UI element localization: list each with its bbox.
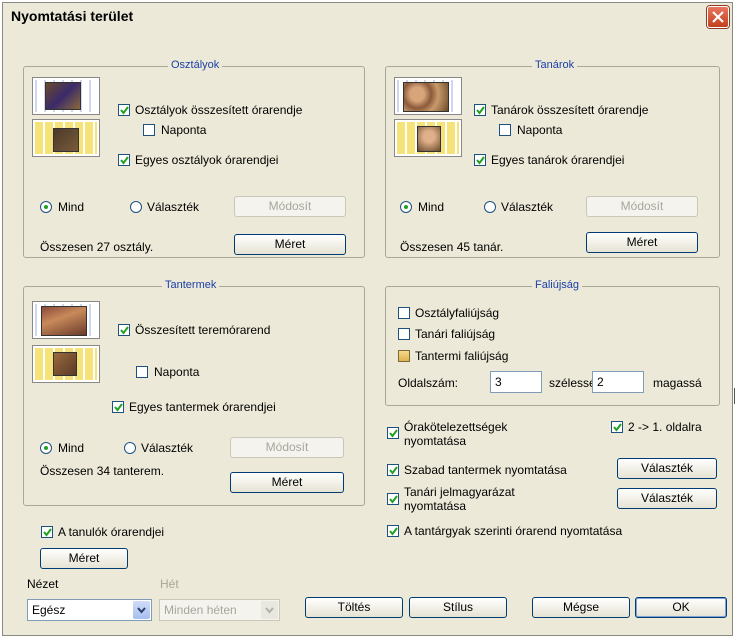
print-area-dialog: Nyomtatási terület Osztályok Osztályok ö… [2, 2, 733, 636]
teacher-wall-label: Tanári faliújság [415, 327, 496, 341]
rooms-summary-label: Összesített teremórarend [135, 323, 271, 337]
chevron-down-icon [261, 601, 278, 619]
close-icon [712, 11, 724, 23]
teachers-each-image [394, 119, 462, 157]
page-count-label: Oldalszám: [398, 376, 459, 390]
teachers-summary-image [394, 77, 462, 115]
close-button[interactable] [707, 6, 729, 28]
teacher-wall-checkbox[interactable] [398, 328, 410, 340]
classes-summary-checkbox[interactable] [118, 104, 130, 116]
subject-print-checkbox[interactable] [387, 525, 399, 537]
ok-button[interactable]: OK [635, 597, 727, 618]
week-select[interactable]: Minden héten [159, 599, 280, 621]
view-label: Nézet [27, 577, 59, 591]
teachers-modify-button[interactable]: Módosít [586, 196, 698, 217]
rooms-radio-all[interactable] [40, 442, 52, 454]
classes-each-checkbox[interactable] [118, 154, 130, 166]
rooms-radio-select[interactable] [124, 442, 136, 454]
week-select-value: Minden héten [164, 603, 237, 617]
page-height-label: magasság [653, 376, 702, 390]
teachers-radio-all-label: Mind [418, 200, 445, 214]
teachers-radio-select-label: Választék [501, 200, 554, 214]
page-width-label: szélesség [549, 376, 592, 390]
classes-size-button[interactable]: Méret [234, 234, 346, 255]
teacher-legend-select-button[interactable]: Választék [617, 488, 717, 509]
week-label: Hét [160, 577, 179, 591]
free-rooms-checkbox[interactable] [387, 464, 399, 476]
page-height-input[interactable]: 2 [592, 371, 644, 393]
rooms-radio-select-label: Választék [141, 441, 194, 455]
teachers-daily-checkbox[interactable] [499, 124, 511, 136]
classes-modify-button[interactable]: Módosít [234, 196, 346, 217]
subject-print-label: A tantárgyak szerinti órarend nyomtatása [404, 524, 623, 538]
fill-button[interactable]: Töltés [305, 597, 403, 618]
classes-summary-label: Osztályok összesített órarendje [135, 103, 303, 117]
classes-each-label: Egyes osztályok órarendjei [135, 153, 279, 167]
classes-summary-image [32, 77, 100, 115]
rooms-each-checkbox[interactable] [112, 401, 124, 413]
teachers-size-button[interactable]: Méret [586, 232, 698, 253]
title-bar: Nyomtatási terület [3, 3, 732, 30]
classes-radio-select[interactable] [130, 201, 142, 213]
classes-radio-all-label: Mind [58, 200, 85, 214]
two-to-one-label: 2 -> 1. oldalra [628, 420, 702, 434]
class-wall-checkbox[interactable] [398, 307, 410, 319]
rooms-each-label: Egyes tantermek órarendjei [129, 400, 276, 414]
rooms-summary-image [32, 301, 100, 339]
students-checkbox[interactable] [41, 526, 53, 538]
students-size-button[interactable]: Méret [40, 548, 128, 569]
rooms-daily-checkbox[interactable] [136, 366, 148, 378]
teachers-each-checkbox[interactable] [474, 154, 486, 166]
teachers-radio-all[interactable] [400, 201, 412, 213]
view-select-value: Egész [32, 603, 66, 617]
teachers-summary-checkbox[interactable] [474, 104, 486, 116]
students-label: A tanulók órarendjei [58, 525, 165, 539]
room-wall-checkbox[interactable] [398, 350, 410, 362]
rooms-radio-all-label: Mind [58, 441, 85, 455]
classes-legend: Osztályok [168, 59, 223, 71]
chevron-down-icon [133, 601, 150, 619]
classes-daily-label: Naponta [161, 123, 207, 137]
wall-newspaper-group: Faliújság Osztályfaliújság Tanári faliúj… [385, 279, 720, 406]
page-width-input[interactable]: 3 [490, 371, 542, 393]
rooms-summary-checkbox[interactable] [118, 324, 130, 336]
classes-each-image [32, 119, 100, 157]
rooms-legend: Tantermek [162, 279, 220, 291]
view-select[interactable]: Egész [27, 599, 152, 621]
rooms-size-button[interactable]: Méret [230, 472, 344, 493]
style-button[interactable]: Stílus [409, 597, 507, 618]
classes-total: Összesen 27 osztály. [40, 240, 154, 254]
two-to-one-checkbox[interactable] [611, 421, 623, 433]
room-wall-label: Tantermi faliújság [415, 349, 509, 363]
teacher-legend-label: Tanári jelmagyarázat nyomtatása [404, 485, 515, 513]
rooms-modify-button[interactable]: Módosít [230, 437, 344, 458]
dialog-title: Nyomtatási terület [11, 8, 134, 24]
rooms-each-image [32, 345, 100, 383]
classes-group: Osztályok Osztályok összesített órarendj… [23, 59, 365, 258]
rooms-group: Tantermek Összesített teremórarend Napon… [23, 279, 365, 506]
classes-daily-checkbox[interactable] [143, 124, 155, 136]
free-rooms-select-button[interactable]: Választék [617, 458, 717, 479]
teachers-legend: Tanárok [532, 59, 578, 71]
teachers-summary-label: Tanárok összesített órarendje [491, 103, 649, 117]
wall-newspaper-legend: Faliújság [532, 279, 583, 291]
classes-radio-all[interactable] [40, 201, 52, 213]
teachers-total: Összesen 45 tanár. [400, 240, 504, 254]
bound-lessons-checkbox[interactable] [387, 427, 399, 439]
teachers-each-label: Egyes tanárok órarendjei [491, 153, 625, 167]
teachers-group: Tanárok Tanárok összesített órarendje Na… [385, 59, 720, 258]
cancel-button[interactable]: Mégse [532, 597, 630, 618]
classes-radio-select-label: Választék [147, 200, 200, 214]
teachers-daily-label: Naponta [517, 123, 563, 137]
rooms-daily-label: Naponta [154, 365, 200, 379]
free-rooms-label: Szabad tantermek nyomtatása [404, 463, 567, 477]
teachers-radio-select[interactable] [484, 201, 496, 213]
rooms-total: Összesen 34 tanterem. [40, 464, 165, 478]
teacher-legend-checkbox[interactable] [387, 493, 399, 505]
bound-lessons-label: Órakötelezettségek nyomtatása [404, 420, 508, 448]
class-wall-label: Osztályfaliújság [415, 306, 500, 320]
